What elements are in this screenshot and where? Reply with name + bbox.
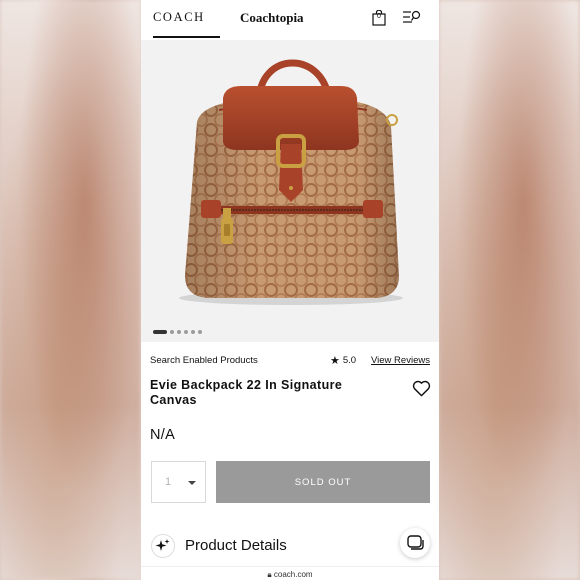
product-price: N/A	[150, 427, 176, 443]
product-rating: ★ 5.0	[330, 355, 356, 366]
coachtopia-logo[interactable]: Coachtopia	[240, 10, 304, 26]
product-page: COACH Coachtopia 0 Search Enabled Produc…	[141, 0, 439, 580]
chevron-down-icon	[188, 481, 196, 485]
product-tag: Search Enabled Products	[150, 355, 258, 366]
quantity-select[interactable]: 1	[151, 461, 206, 503]
menu-search-icon[interactable]	[403, 10, 421, 24]
carousel-dot[interactable]	[191, 330, 195, 334]
sparkle-icon	[151, 534, 175, 558]
heart-icon[interactable]	[412, 380, 431, 397]
quantity-value: 1	[165, 476, 172, 488]
carousel-dot-active[interactable]	[153, 330, 167, 334]
rating-value: 5.0	[342, 355, 357, 366]
url-text: coach.com	[273, 570, 313, 579]
carousel-dot[interactable]	[184, 330, 188, 334]
background-blur-left	[0, 0, 141, 580]
carousel-dot[interactable]	[198, 330, 202, 334]
coach-logo[interactable]: COACH	[153, 10, 205, 25]
product-details-heading[interactable]: Product Details	[185, 537, 287, 554]
chat-icon	[407, 535, 424, 550]
active-brand-underline	[153, 36, 220, 38]
view-reviews-link[interactable]: View Reviews	[371, 355, 430, 366]
lock-icon: 🔒︎	[267, 570, 272, 579]
product-title: Evie Backpack 22 In Signature Canvas	[150, 378, 343, 407]
site-header: COACH Coachtopia 0	[141, 0, 439, 40]
chat-button[interactable]	[400, 528, 430, 558]
backpack-product-image	[179, 59, 403, 305]
carousel-dot[interactable]	[177, 330, 181, 334]
browser-url-bar[interactable]: 🔒︎ coach.com	[141, 566, 439, 580]
background-blur-right	[439, 0, 580, 580]
sold-out-button[interactable]: SOLD OUT	[216, 461, 430, 503]
carousel-indicators	[153, 330, 202, 334]
product-image-carousel[interactable]	[141, 40, 439, 342]
carousel-dot[interactable]	[170, 330, 174, 334]
bag-count: 0	[377, 13, 381, 20]
star-icon: ★	[330, 354, 340, 367]
